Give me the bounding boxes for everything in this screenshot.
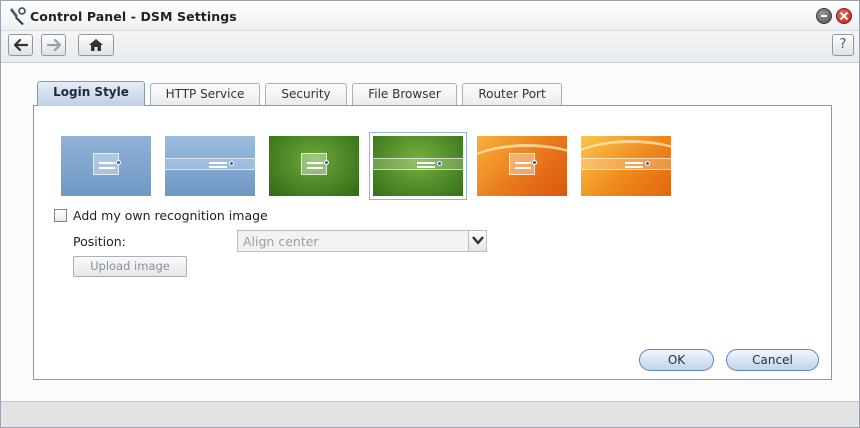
- position-select[interactable]: Align center: [237, 230, 487, 252]
- field-preview: [625, 166, 643, 168]
- field-preview: [515, 162, 531, 164]
- arrow-left-icon: [13, 39, 28, 51]
- tab-security[interactable]: Security: [265, 83, 347, 105]
- home-icon: [89, 39, 103, 51]
- cancel-button[interactable]: Cancel: [726, 349, 819, 371]
- field-preview: [307, 162, 323, 164]
- help-icon: ?: [839, 37, 847, 52]
- theme-thumbnail-blue-band[interactable]: [165, 136, 255, 196]
- tab-login-style[interactable]: Login Style: [37, 81, 145, 106]
- login-box-preview: [301, 153, 327, 175]
- login-dot-preview: [437, 161, 442, 166]
- field-preview: [209, 162, 227, 164]
- content-area: Login Style HTTP Service Security File B…: [1, 64, 859, 401]
- close-button[interactable]: [836, 8, 852, 24]
- field-preview: [515, 167, 531, 169]
- login-dot-preview: [116, 160, 121, 165]
- position-select-value: Align center: [243, 234, 319, 249]
- field-preview: [209, 166, 227, 168]
- position-label: Position:: [73, 234, 126, 249]
- home-button[interactable]: [78, 34, 114, 56]
- login-dot-preview: [324, 160, 329, 165]
- login-box-preview: [509, 153, 535, 175]
- login-dot-preview: [229, 161, 234, 166]
- theme-thumbnail-orange-classic[interactable]: [477, 136, 567, 196]
- minimize-button[interactable]: [816, 8, 832, 24]
- field-preview: [99, 167, 115, 169]
- window-title: Control Panel - DSM Settings: [30, 9, 237, 24]
- recognition-image-checkbox[interactable]: [54, 209, 67, 222]
- tab-file-browser[interactable]: File Browser: [352, 83, 457, 105]
- login-style-panel: Add my own recognition image Position: A…: [33, 105, 832, 380]
- login-dot-preview: [532, 160, 537, 165]
- chevron-down-icon: [472, 236, 484, 245]
- tab-router-port[interactable]: Router Port: [462, 83, 562, 105]
- title-bar: Control Panel - DSM Settings: [1, 1, 859, 31]
- upload-image-button[interactable]: Upload image: [73, 256, 187, 277]
- band-preview: [373, 158, 463, 170]
- field-preview: [417, 166, 435, 168]
- field-preview: [99, 162, 115, 164]
- field-preview: [307, 167, 323, 169]
- band-preview: [581, 158, 671, 170]
- login-dot-preview: [645, 161, 650, 166]
- recognition-image-label[interactable]: Add my own recognition image: [73, 208, 268, 223]
- theme-thumbnail-blue-classic[interactable]: [61, 136, 151, 196]
- login-box-preview: [93, 153, 119, 175]
- band-preview: [165, 158, 255, 170]
- dsm-settings-window: Control Panel - DSM Settings ? Login Sty…: [0, 0, 860, 428]
- back-button[interactable]: [8, 34, 33, 56]
- status-bar: [1, 401, 859, 427]
- theme-thumbnail-green-band[interactable]: [369, 132, 467, 200]
- theme-thumbnail-orange-band[interactable]: [581, 136, 671, 196]
- ok-button[interactable]: OK: [639, 349, 714, 371]
- theme-thumbnail-green-classic[interactable]: [269, 136, 359, 196]
- control-panel-icon: [10, 7, 26, 25]
- field-preview: [417, 162, 435, 164]
- forward-button[interactable]: [41, 34, 66, 56]
- help-button[interactable]: ?: [832, 34, 854, 56]
- toolbar: ?: [1, 31, 859, 63]
- field-preview: [625, 162, 643, 164]
- tab-http-service[interactable]: HTTP Service: [150, 83, 260, 105]
- arrow-right-icon: [46, 39, 61, 51]
- dropdown-button[interactable]: [468, 231, 486, 251]
